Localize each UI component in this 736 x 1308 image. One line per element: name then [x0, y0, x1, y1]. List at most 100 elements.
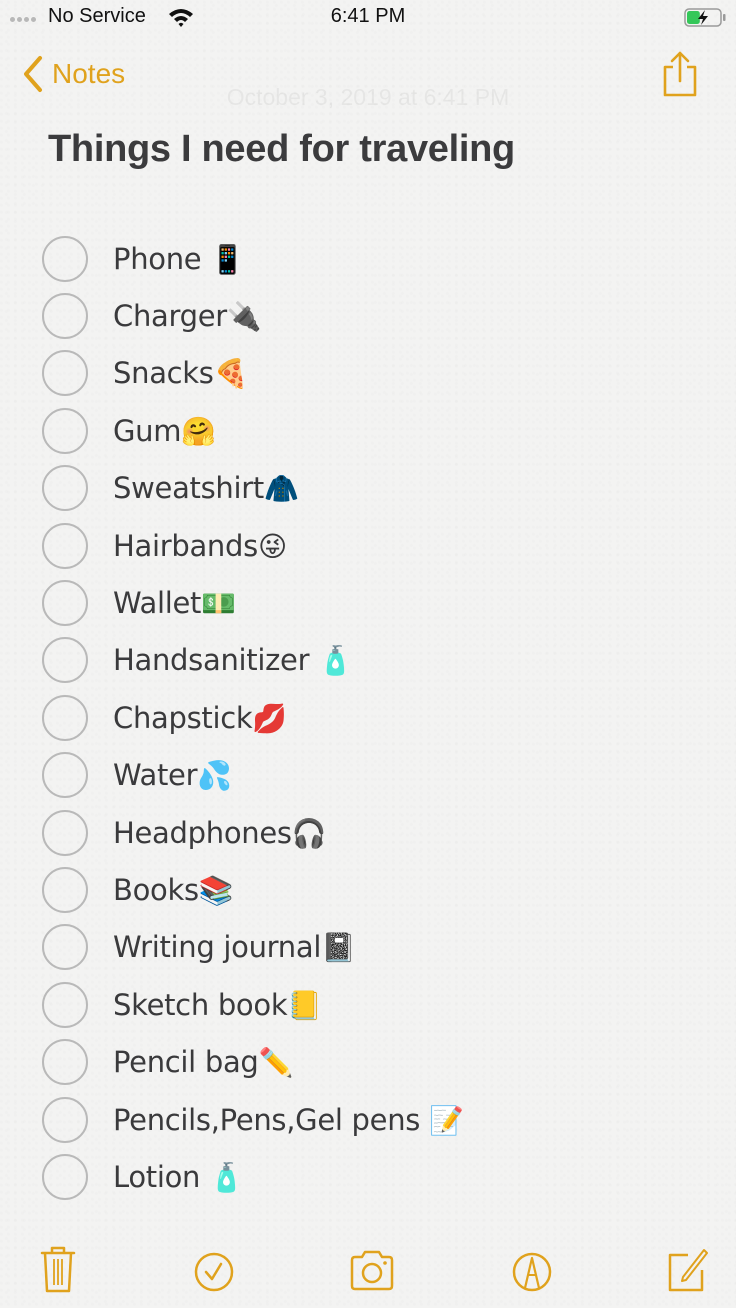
checklist-item-text[interactable]: Pencils,Pens,Gel pens 📝	[113, 1103, 464, 1137]
emoji-icon: 🔌	[226, 300, 262, 334]
checklist-item-label: Writing journal	[113, 930, 322, 965]
markup-icon	[512, 1252, 552, 1292]
checklist-item-text[interactable]: Chapstick💋	[113, 701, 287, 735]
note-timestamp: October 3, 2019 at 6:41 PM	[226, 84, 510, 110]
checkbox[interactable]	[42, 580, 88, 627]
checklist-item-label: Books	[113, 872, 199, 907]
emoji-icon: 🧴	[318, 644, 353, 678]
checklist-item-text[interactable]: Handsanitizer 🧴	[113, 643, 353, 677]
checklist-item[interactable]: Snacks🍕	[42, 345, 722, 402]
checklist-item-label: Water	[113, 758, 198, 793]
checklist-item[interactable]: Water💦	[42, 747, 722, 804]
checkbox[interactable]	[42, 809, 88, 856]
checklist-item[interactable]: Lotion 🧴	[42, 1148, 722, 1205]
checklist-item[interactable]: Pencils,Pens,Gel pens 📝	[42, 1091, 722, 1148]
share-icon	[663, 51, 697, 97]
checklist-item-text[interactable]: Pencil bag✏️	[113, 1045, 293, 1079]
compose-note-button[interactable]	[664, 1244, 712, 1294]
emoji-icon: 🧥	[263, 472, 299, 506]
checklist-item-label: Gum	[113, 413, 182, 448]
checklist-item[interactable]: Sweatshirt🧥	[42, 460, 722, 517]
status-time: 6:41 PM	[330, 5, 406, 27]
battery-charging-icon	[684, 8, 726, 27]
checklist-item-label: Chapstick	[113, 700, 253, 735]
checklist: Phone 📱 Charger🔌 Snacks🍕 Gum🤗 Sweatshirt🧥 Hai…	[42, 230, 722, 1206]
checklist-item[interactable]: Headphones🎧	[42, 804, 722, 861]
checklist-item[interactable]: Books📚	[42, 861, 722, 918]
checklist-item-label: Pencils,Pens,Gel pens	[113, 1102, 430, 1137]
checkbox[interactable]	[42, 1096, 88, 1143]
checklist-item[interactable]: Hairbands😜	[42, 517, 722, 574]
checklist-item[interactable]: Phone 📱	[42, 230, 722, 287]
emoji-icon: 📝	[429, 1103, 464, 1137]
checklist-item-label: Sweatshirt	[113, 471, 264, 506]
checklist-item-text[interactable]: Phone 📱	[113, 242, 245, 276]
checkbox[interactable]	[42, 752, 88, 799]
checkbox[interactable]	[42, 866, 88, 913]
emoji-icon: 🤗	[181, 414, 216, 448]
checklist-item[interactable]: Chapstick💋	[42, 689, 722, 746]
new-checklist-button[interactable]	[190, 1244, 238, 1294]
trash-icon	[40, 1246, 76, 1293]
checkbox[interactable]	[42, 235, 88, 282]
emoji-icon: 💦	[197, 759, 232, 793]
checklist-item[interactable]: Wallet💵	[42, 574, 722, 631]
emoji-icon: 💵	[201, 587, 236, 621]
camera-button[interactable]	[348, 1244, 396, 1294]
checklist-item-text[interactable]: Books📚	[113, 872, 234, 907]
checkbox[interactable]	[42, 1039, 88, 1086]
delete-button[interactable]	[34, 1244, 82, 1294]
checkbox[interactable]	[42, 350, 88, 397]
checklist-item-text[interactable]: Sweatshirt🧥	[113, 471, 299, 505]
checklist-item-text[interactable]: Charger🔌	[113, 299, 262, 334]
emoji-icon: 📓	[321, 931, 356, 965]
checklist-item-text[interactable]: Gum🤗	[113, 414, 216, 448]
checkbox[interactable]	[42, 465, 88, 512]
checklist-item-text[interactable]: Water💦	[113, 758, 232, 792]
checkbox[interactable]	[42, 981, 88, 1028]
checklist-item-label: Lotion	[113, 1159, 210, 1194]
share-button[interactable]	[660, 50, 700, 98]
emoji-icon: 📚	[198, 873, 234, 907]
checklist-item-label: Handsanitizer	[113, 643, 319, 678]
checkbox[interactable]	[42, 637, 88, 684]
checkbox[interactable]	[42, 1153, 88, 1200]
checklist-item-text[interactable]: Sketch book📒	[113, 988, 322, 1022]
checkbox[interactable]	[42, 293, 88, 340]
checkbox[interactable]	[42, 407, 88, 454]
checklist-icon	[194, 1252, 234, 1292]
status-bar: No Service 6:41 PM	[0, 0, 736, 36]
checklist-item-label: Headphones	[113, 815, 292, 850]
bottom-toolbar	[0, 1240, 736, 1300]
compose-icon	[668, 1249, 708, 1292]
battery-level-fill	[687, 11, 700, 24]
checklist-item[interactable]: Charger🔌	[42, 287, 722, 344]
camera-icon	[350, 1250, 394, 1291]
checklist-item-label: Phone	[113, 241, 211, 276]
emoji-icon: 🍕	[213, 357, 249, 391]
checklist-item-text[interactable]: Hairbands😜	[113, 529, 287, 563]
checkbox[interactable]	[42, 924, 88, 971]
emoji-icon: 🧴	[209, 1160, 244, 1194]
checklist-item-label: Charger	[113, 299, 227, 334]
markup-button[interactable]	[508, 1244, 556, 1294]
checklist-item[interactable]: Handsanitizer 🧴	[42, 632, 722, 689]
emoji-icon: ✏️	[258, 1046, 294, 1080]
checklist-item[interactable]: Pencil bag✏️	[42, 1033, 722, 1090]
checklist-item-text[interactable]: Lotion 🧴	[113, 1160, 244, 1194]
checkbox[interactable]	[42, 694, 88, 741]
checklist-item[interactable]: Gum🤗	[42, 402, 722, 459]
checklist-item-text[interactable]: Snacks🍕	[113, 356, 248, 390]
checklist-item-label: Hairbands	[113, 528, 258, 563]
checkbox[interactable]	[42, 522, 88, 569]
emoji-icon: 😜	[257, 529, 287, 563]
checklist-item[interactable]: Writing journal📓	[42, 919, 722, 976]
checklist-item-text[interactable]: Writing journal📓	[113, 930, 356, 964]
emoji-icon: 📒	[287, 988, 322, 1022]
checklist-item[interactable]: Sketch book📒	[42, 976, 722, 1033]
checklist-item-text[interactable]: Wallet💵	[113, 586, 236, 620]
note-title[interactable]: Things I need for traveling	[48, 128, 515, 171]
checklist-item-label: Snacks	[113, 356, 214, 391]
emoji-icon: 🎧	[291, 816, 327, 850]
checklist-item-text[interactable]: Headphones🎧	[113, 815, 327, 850]
